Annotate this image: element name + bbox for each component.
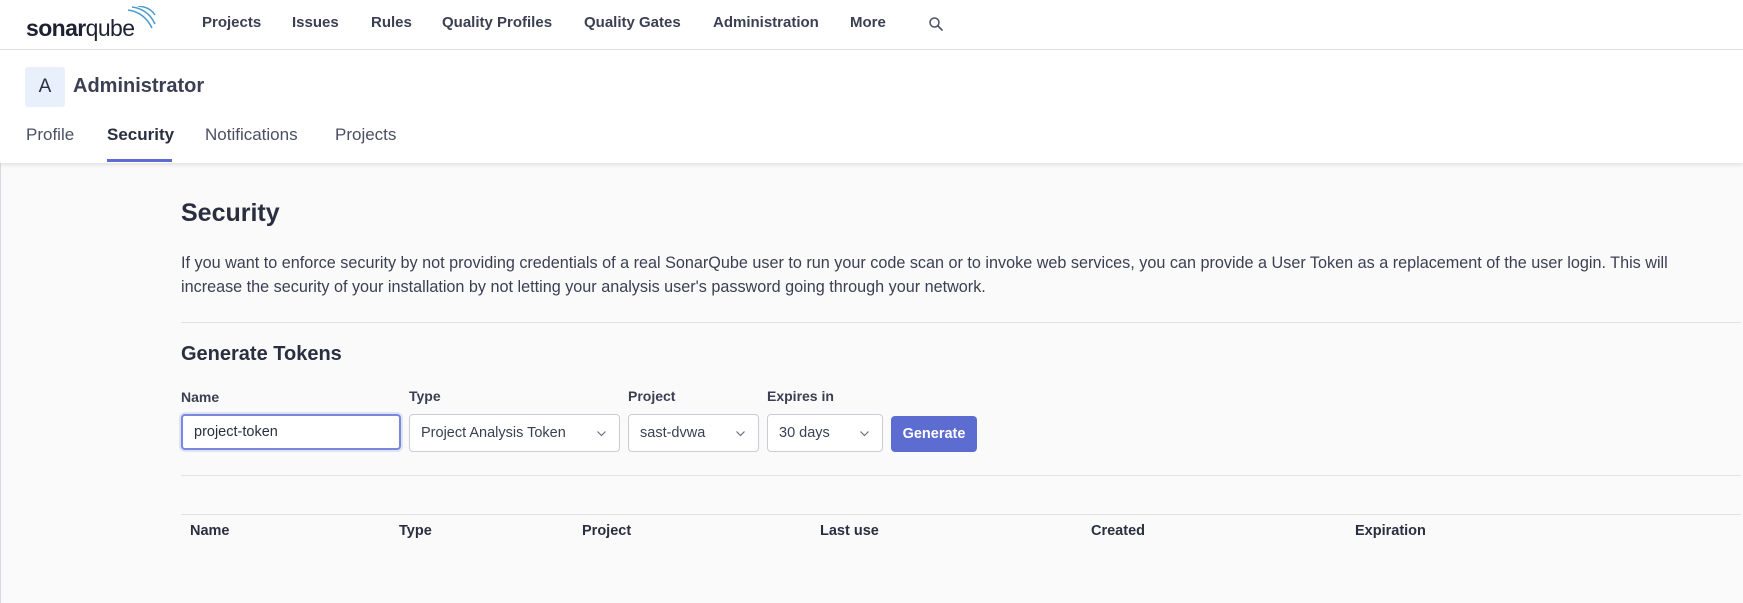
nav-rules[interactable]: Rules bbox=[371, 14, 412, 31]
name-field-label: Name bbox=[181, 389, 220, 405]
expires-in-value: 30 days bbox=[779, 425, 830, 441]
generate-tokens-title: Generate Tokens bbox=[181, 343, 342, 365]
expires-field-label: Expires in bbox=[767, 388, 834, 404]
column-header-last-use[interactable]: Last use bbox=[820, 523, 879, 539]
token-type-value: Project Analysis Token bbox=[421, 425, 566, 441]
column-header-created[interactable]: Created bbox=[1091, 523, 1145, 539]
project-field-label: Project bbox=[628, 388, 676, 404]
sonar-waves-icon bbox=[127, 6, 156, 29]
logo-text-bold: sonar bbox=[26, 15, 86, 41]
chevron-down-icon bbox=[860, 431, 869, 437]
nav-administration[interactable]: Administration bbox=[713, 14, 819, 31]
sonarqube-logo[interactable]: sonarqube bbox=[26, 4, 156, 42]
column-header-project[interactable]: Project bbox=[582, 523, 631, 539]
generate-button[interactable]: Generate bbox=[891, 416, 977, 452]
chevron-down-icon bbox=[736, 431, 745, 437]
account-name: Administrator bbox=[73, 75, 205, 97]
token-type-select[interactable]: Project Analysis Token bbox=[409, 414, 620, 452]
project-select[interactable]: sast-dvwa bbox=[628, 414, 759, 452]
project-value: sast-dvwa bbox=[640, 425, 706, 441]
section-divider bbox=[181, 322, 1741, 323]
form-divider bbox=[181, 475, 1741, 476]
nav-more[interactable]: More bbox=[850, 14, 886, 31]
tab-profile[interactable]: Profile bbox=[26, 125, 74, 162]
security-page: Security If you want to enforce security… bbox=[0, 163, 1743, 603]
nav-issues[interactable]: Issues bbox=[292, 14, 339, 31]
logo-wordmark: sonarqube bbox=[26, 15, 135, 42]
column-header-type[interactable]: Type bbox=[399, 523, 432, 539]
expires-in-select[interactable]: 30 days bbox=[767, 414, 883, 452]
column-header-expiration[interactable]: Expiration bbox=[1355, 523, 1426, 539]
page-title: Security bbox=[181, 199, 280, 227]
column-header-name[interactable]: Name bbox=[190, 523, 230, 539]
nav-quality-profiles[interactable]: Quality Profiles bbox=[442, 14, 552, 31]
top-navigation-bar: sonarqube Projects Issues Rules Quality … bbox=[0, 0, 1743, 50]
chevron-down-icon bbox=[597, 431, 606, 437]
account-header: A Administrator Profile Security Notific… bbox=[0, 50, 1743, 163]
token-name-input[interactable] bbox=[181, 414, 401, 450]
table-divider bbox=[181, 514, 1741, 515]
active-tab-indicator bbox=[107, 159, 172, 162]
tab-notifications[interactable]: Notifications bbox=[205, 125, 298, 162]
security-description: If you want to enforce security by not p… bbox=[181, 254, 1668, 296]
tab-security[interactable]: Security bbox=[107, 125, 174, 162]
avatar: A bbox=[25, 67, 65, 107]
search-icon[interactable] bbox=[928, 16, 944, 32]
nav-quality-gates[interactable]: Quality Gates bbox=[584, 14, 681, 31]
nav-projects[interactable]: Projects bbox=[202, 14, 261, 31]
type-field-label: Type bbox=[409, 388, 441, 404]
tab-projects[interactable]: Projects bbox=[335, 125, 396, 162]
